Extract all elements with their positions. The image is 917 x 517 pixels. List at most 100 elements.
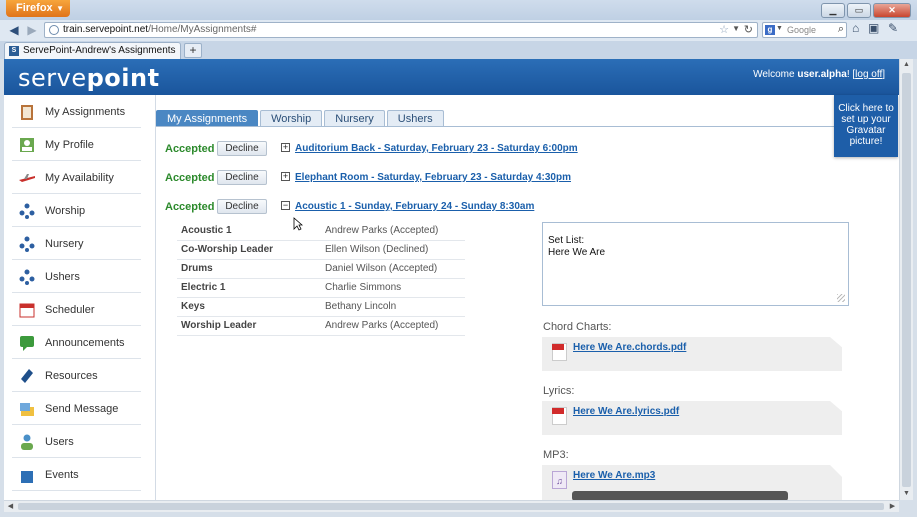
- sidebar-item-users[interactable]: Users: [12, 425, 141, 458]
- bookmarks-icon[interactable]: ▣: [868, 21, 879, 35]
- gravatar-line-3: Gravatar: [846, 125, 886, 136]
- scroll-down-icon[interactable]: ▼: [900, 488, 913, 500]
- url-history-dropdown-icon[interactable]: ▼: [732, 24, 740, 33]
- web-page: servepoint Welcome user.alpha! [log off]…: [4, 59, 899, 500]
- chevron-down-icon: ▼: [56, 4, 64, 13]
- collapse-icon[interactable]: −: [281, 201, 290, 210]
- scroll-left-icon[interactable]: ◀: [4, 501, 17, 513]
- sidebar-item-my-profile[interactable]: My Profile: [12, 128, 141, 161]
- pdf-icon: [552, 407, 567, 425]
- search-icon[interactable]: ⌕: [838, 23, 844, 36]
- sidebar-item-label: Announcements: [45, 337, 125, 349]
- logout-link[interactable]: log off: [855, 69, 882, 80]
- assignment-row: Accepted Decline + Auditorium Back - Saturd…: [165, 141, 635, 157]
- tab-nursery[interactable]: Nursery: [324, 110, 385, 127]
- address-bar[interactable]: train.servepoint.net/Home/MyAssignments#…: [44, 22, 758, 38]
- content-tabs: My Assignments Worship Nursery Ushers: [156, 110, 444, 127]
- setlist-heading: Set List:: [548, 235, 585, 246]
- sidebar-item-worship[interactable]: Worship: [12, 194, 141, 227]
- role-person: Ellen Wilson (Declined): [325, 244, 429, 255]
- servepoint-logo[interactable]: servepoint: [18, 64, 160, 92]
- new-tab-button[interactable]: +: [184, 43, 202, 58]
- setlist-song: Here We Are: [548, 247, 606, 258]
- role-person: Charlie Simmons: [325, 282, 402, 293]
- team-icon: [19, 269, 35, 285]
- google-icon[interactable]: g: [765, 25, 775, 35]
- reload-icon[interactable]: ↻: [744, 23, 753, 36]
- horizontal-scroll-thumb[interactable]: [18, 503, 884, 510]
- home-icon[interactable]: ⌂: [852, 21, 859, 35]
- event-link[interactable]: Elephant Room - Saturday, February 23 - …: [295, 172, 571, 183]
- sidebar-item-announcements[interactable]: Announcements: [12, 326, 141, 359]
- sidebar-item-resources[interactable]: Resources: [12, 359, 141, 392]
- forward-arrow-icon[interactable]: ▶: [24, 22, 40, 38]
- back-arrow-icon[interactable]: ◀: [6, 22, 22, 38]
- tab-worship[interactable]: Worship: [260, 110, 323, 127]
- sidebar-item-my-assignments[interactable]: My Assignments: [12, 95, 141, 128]
- decline-button[interactable]: Decline: [217, 170, 267, 185]
- gravatar-prompt-button[interactable]: Click here to set up your Gravatar pictu…: [834, 95, 898, 157]
- gravatar-line-4: picture!: [849, 136, 883, 147]
- sidebar-nav: My Assignments My Profile My Availability W…: [4, 95, 156, 500]
- vertical-scroll-thumb[interactable]: [902, 73, 911, 487]
- firefox-menu-button[interactable]: Firefox ▼: [6, 0, 70, 17]
- search-engine-dropdown-icon[interactable]: ▼: [776, 25, 783, 32]
- audio-player[interactable]: [572, 491, 788, 500]
- servepoint-favicon-icon: S: [9, 46, 19, 56]
- url-text: train.servepoint.net/Home/MyAssignments#: [63, 24, 256, 35]
- minimize-icon[interactable]: ▁: [821, 3, 845, 18]
- roles-table: Acoustic 1 Andrew Parks (Accepted) Co-Wors…: [177, 222, 465, 336]
- table-row: Keys Bethany Lincoln: [177, 298, 465, 317]
- browser-tab[interactable]: S ServePoint-Andrew's Assignments: [4, 42, 181, 59]
- sidebar-item-send-message[interactable]: Send Message: [12, 392, 141, 425]
- username: user.alpha: [797, 69, 847, 80]
- url-path: /Home/MyAssignments#: [148, 24, 257, 35]
- firefox-menu-label: Firefox: [16, 2, 53, 14]
- maximize-icon[interactable]: ▭: [847, 3, 871, 18]
- lyrics-link[interactable]: Here We Are.lyrics.pdf: [573, 406, 679, 417]
- events-icon: [21, 471, 33, 483]
- tab-ushers[interactable]: Ushers: [386, 110, 444, 127]
- airplane-icon: [19, 174, 35, 182]
- expand-icon[interactable]: +: [281, 143, 290, 152]
- decline-button[interactable]: Decline: [217, 199, 267, 214]
- chord-chart-link[interactable]: Here We Are.chords.pdf: [573, 342, 686, 353]
- sidebar-item-scheduler[interactable]: Scheduler: [12, 293, 141, 326]
- close-icon[interactable]: ✕: [873, 3, 911, 18]
- scroll-right-icon[interactable]: ▶: [886, 501, 899, 513]
- team-icon: [19, 203, 35, 219]
- sidebar-item-ushers[interactable]: Ushers: [12, 260, 141, 293]
- event-link[interactable]: Acoustic 1 - Sunday, February 24 - Sunda…: [295, 201, 534, 212]
- sidebar-item-label: Send Message: [45, 403, 119, 415]
- sidebar-item-label: Events: [45, 469, 79, 481]
- chord-charts-label: Chord Charts:: [543, 321, 612, 333]
- bookmark-star-icon[interactable]: ☆: [719, 23, 729, 36]
- search-bar[interactable]: g ▼ Google ⌕: [762, 22, 847, 38]
- decline-button[interactable]: Decline: [217, 141, 267, 156]
- mp3-link[interactable]: Here We Are.mp3: [573, 470, 655, 481]
- event-link[interactable]: Auditorium Back - Saturday, February 23 …: [295, 143, 578, 154]
- mp3-label: MP3:: [543, 449, 569, 461]
- main-content: My Assignments Worship Nursery Ushers Accep…: [156, 95, 899, 500]
- browser-tab-title: ServePoint-Andrew's Assignments: [23, 45, 176, 56]
- assignment-row: Accepted Decline − Acoustic 1 - Sunday, Feb…: [165, 199, 635, 215]
- vertical-scrollbar[interactable]: ▲ ▼: [899, 59, 913, 500]
- tools-icon[interactable]: ✎: [888, 21, 898, 35]
- sidebar-item-events[interactable]: Events: [12, 458, 141, 491]
- sidebar-item-my-availability[interactable]: My Availability: [12, 161, 141, 194]
- table-row: Worship Leader Andrew Parks (Accepted): [177, 317, 465, 336]
- role-name: Acoustic 1: [181, 225, 232, 236]
- scroll-up-icon[interactable]: ▲: [900, 59, 913, 71]
- sidebar-item-label: Resources: [45, 370, 98, 382]
- horizontal-scrollbar[interactable]: ◀ ▶: [4, 500, 899, 512]
- setlist-textarea[interactable]: Set List: Here We Are: [542, 222, 849, 306]
- window-controls: ▁ ▭ ✕: [821, 3, 911, 18]
- sidebar-item-nursery[interactable]: Nursery: [12, 227, 141, 260]
- status-badge: Accepted: [165, 172, 215, 184]
- tab-strip: S ServePoint-Andrew's Assignments +: [0, 41, 917, 59]
- music-note-icon: ♫: [552, 471, 567, 489]
- expand-icon[interactable]: +: [281, 172, 290, 181]
- welcome-prefix: Welcome: [753, 69, 798, 80]
- resize-grip-icon[interactable]: [837, 294, 845, 302]
- tab-my-assignments[interactable]: My Assignments: [156, 110, 259, 127]
